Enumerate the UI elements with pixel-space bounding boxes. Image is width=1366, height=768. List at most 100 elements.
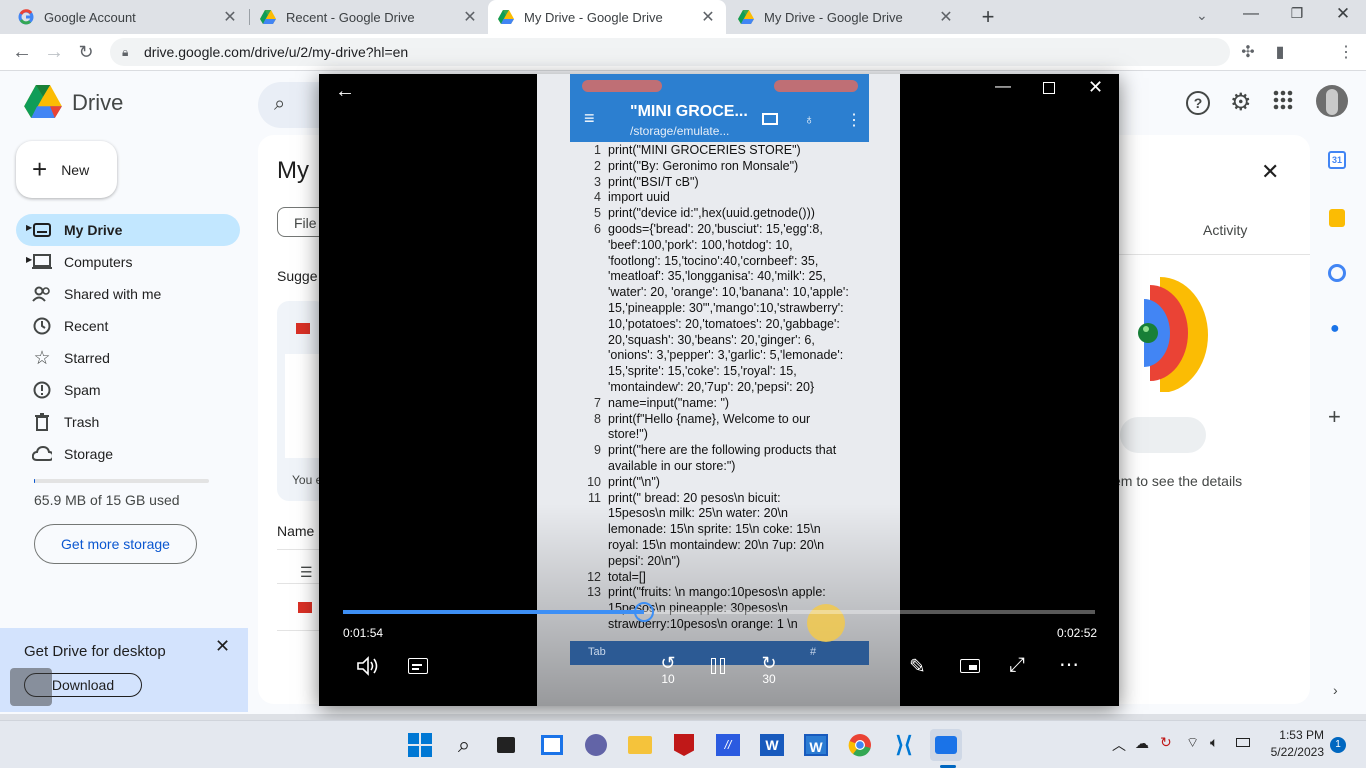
nav-recent[interactable]: Recent (16, 310, 240, 342)
expand-side-panel-icon[interactable]: › (1333, 682, 1338, 698)
sync-error-icon[interactable]: ↻ (1160, 734, 1172, 751)
close-tab-icon[interactable]: ✕ (222, 7, 238, 27)
player-minimize-icon[interactable]: — (995, 78, 1011, 96)
seek-bar[interactable] (343, 602, 1095, 622)
skip-forward-icon[interactable]: ↻ 30 (756, 654, 782, 688)
close-tab-icon[interactable]: ✕ (938, 7, 954, 27)
nav-spam[interactable]: Spam (16, 374, 240, 406)
name-column-header[interactable]: Name (277, 523, 314, 539)
media-player-icon[interactable] (930, 729, 962, 761)
calendar-icon[interactable]: 31 (1328, 151, 1346, 169)
code-line-number: 10 (587, 474, 601, 489)
drive-logo-icon[interactable] (24, 85, 64, 119)
player-close-icon[interactable]: ✕ (1088, 77, 1103, 98)
tab-recent-drive[interactable]: Recent - Google Drive ✕ (250, 0, 488, 34)
skip-back-icon[interactable]: ↺ 10 (655, 654, 681, 688)
details-activity-tab[interactable]: Activity (1203, 222, 1247, 238)
nav-shared-with-me[interactable]: Shared with me (16, 278, 240, 310)
side-panel-icon[interactable]: ▮ (1268, 40, 1292, 64)
task-view-icon[interactable] (490, 729, 522, 761)
pause-icon[interactable] (709, 656, 729, 676)
chrome-icon[interactable] (844, 729, 876, 761)
apps-grid-icon[interactable] (1272, 89, 1296, 113)
back-icon[interactable]: ← (10, 40, 34, 64)
edit-pencil-icon[interactable]: ✎ (909, 654, 926, 679)
address-bar[interactable]: 🔒︎ drive.google.com/drive/u/2/my-drive?h… (110, 38, 1230, 66)
get-more-storage-button[interactable]: Get more storage (34, 524, 197, 564)
tasks-icon[interactable] (1328, 264, 1346, 282)
windows-start-icon[interactable] (404, 729, 436, 761)
wifi-icon[interactable]: ⌔ (1186, 734, 1199, 752)
ai-app-icon[interactable]: // (712, 729, 744, 761)
speaker-icon[interactable]: 🔈︎ (1210, 734, 1218, 751)
player-maximize-icon[interactable] (1043, 82, 1055, 94)
google-g-icon (18, 9, 34, 25)
restore-window-button[interactable]: ❐ (1282, 5, 1312, 22)
close-window-button[interactable]: ✕ (1328, 4, 1358, 24)
cloud-icon (32, 444, 52, 464)
close-promo-icon[interactable]: ✕ (215, 636, 230, 657)
video-app-header: ≡ "MINI GROCE... /storage/emulate... ♁ ⋮ (570, 74, 869, 142)
close-tab-icon[interactable]: ✕ (462, 7, 478, 27)
clock-time[interactable]: 1:53 PM (1262, 728, 1324, 742)
code-line: print("here are the following products t… (608, 443, 837, 458)
tab-search-icon[interactable]: ⌄ (1196, 7, 1208, 24)
page-title: My (277, 157, 309, 184)
close-details-icon[interactable]: ✕ (1261, 159, 1279, 185)
code-line: print("device id:",hex(uuid.getnode())) (608, 206, 815, 221)
mcafee-icon[interactable] (668, 729, 700, 761)
video-bulb-icon: ♁ (804, 111, 815, 127)
more-options-icon[interactable]: ⋯ (1059, 652, 1079, 677)
notification-badge[interactable]: 1 (1330, 737, 1346, 753)
word-icon[interactable]: W (756, 729, 788, 761)
search-icon[interactable]: ⌕ (274, 93, 285, 116)
add-addon-icon[interactable]: + (1328, 404, 1341, 430)
tab-google-account[interactable]: Google Account ✕ (8, 0, 248, 34)
volume-icon[interactable] (357, 656, 381, 678)
help-icon[interactable]: ? (1186, 91, 1210, 115)
nav-storage[interactable]: Storage (16, 438, 240, 470)
forward-icon[interactable]: → (42, 40, 66, 64)
expand-arrow-icon[interactable]: ▶ (26, 255, 32, 264)
code-line: print("\n") (608, 474, 660, 489)
close-tab-icon[interactable]: ✕ (700, 7, 716, 27)
tray-overflow-icon[interactable]: ︿ (1112, 735, 1126, 755)
code-line: goods={'bread': 20,'busciut': 15,'egg':8… (608, 222, 823, 236)
nav-my-drive[interactable]: ▶ My Drive (16, 214, 240, 246)
nav-starred[interactable]: ☆ Starred (16, 342, 240, 374)
nav-computers[interactable]: ▶ Computers (16, 246, 240, 278)
drive-logo-text: Drive (72, 90, 124, 115)
battery-icon[interactable] (1236, 738, 1250, 747)
tab-my-drive-2[interactable]: My Drive - Google Drive ✕ (728, 0, 964, 34)
chat-icon[interactable] (580, 729, 612, 761)
extensions-icon[interactable]: ✣ (1236, 40, 1260, 64)
seek-thumb[interactable] (633, 602, 654, 622)
expand-arrow-icon[interactable]: ▶ (26, 223, 32, 232)
keep-icon[interactable] (1329, 209, 1345, 227)
word-icon-2[interactable]: W (800, 729, 832, 761)
minimize-window-button[interactable]: — (1236, 5, 1266, 23)
account-avatar[interactable] (1316, 85, 1348, 117)
fullscreen-icon[interactable]: ⤢ (1009, 654, 1025, 677)
player-back-icon[interactable]: ← (335, 80, 355, 103)
new-button[interactable]: + New (16, 141, 117, 198)
settings-gear-icon[interactable]: ⚙ (1230, 88, 1252, 117)
file-explorer-icon[interactable] (624, 729, 656, 761)
nav-label: My Drive (64, 222, 123, 238)
onedrive-icon[interactable]: ☁ (1135, 735, 1149, 752)
new-tab-button[interactable]: + (976, 5, 1000, 29)
storage-bar (34, 479, 209, 483)
tab-title: My Drive - Google Drive (524, 9, 663, 25)
clock-date[interactable]: 5/22/2023 (1262, 745, 1324, 759)
nav-trash[interactable]: Trash (16, 406, 240, 438)
tab-my-drive-active[interactable]: My Drive - Google Drive ✕ (488, 0, 726, 34)
captions-icon[interactable] (408, 658, 428, 674)
reload-icon[interactable]: ↻ (74, 40, 98, 64)
taskbar-search-icon[interactable]: ⌕ (448, 729, 480, 761)
contacts-icon[interactable]: ● (1330, 320, 1340, 338)
mini-view-icon[interactable] (960, 659, 980, 673)
details-illustration-shadow (1120, 417, 1206, 453)
widgets-icon[interactable] (536, 729, 568, 761)
browser-menu-icon[interactable]: ⋮ (1338, 42, 1354, 62)
vscode-icon[interactable]: ⟩⟨ (888, 729, 920, 761)
